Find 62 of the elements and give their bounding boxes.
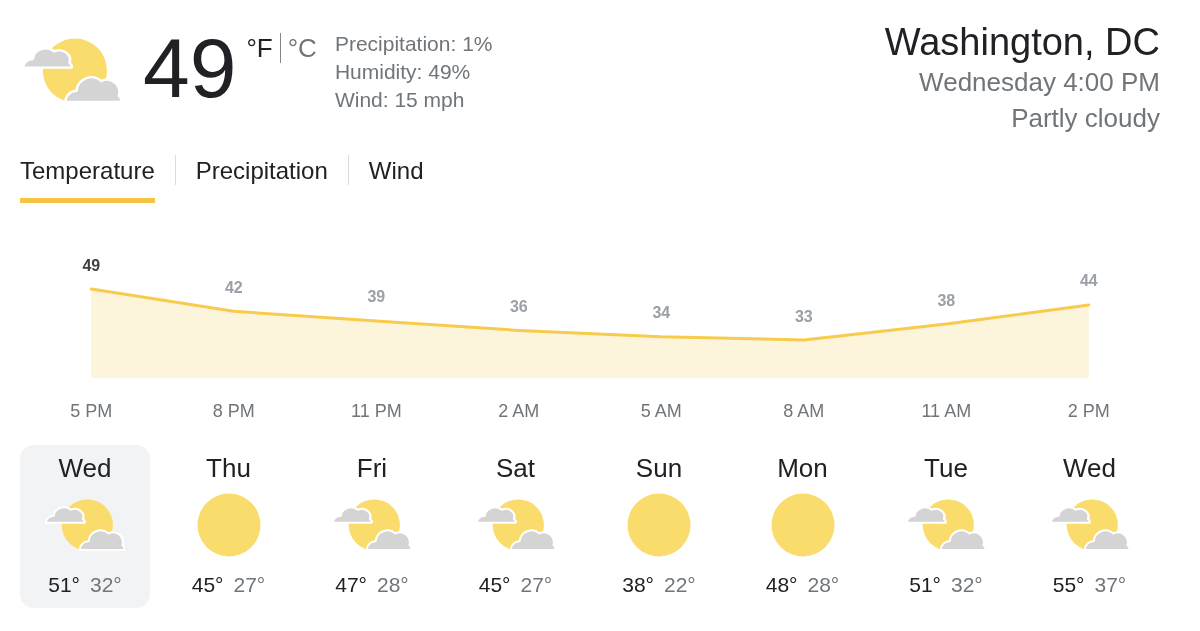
day-name: Mon xyxy=(777,453,828,483)
high-temperature: 38° xyxy=(622,572,654,598)
tab[interactable]: Wind xyxy=(368,158,424,203)
data-label: 34 xyxy=(652,304,671,322)
tab[interactable]: Precipitation xyxy=(195,158,328,203)
axis-label: 8 PM xyxy=(212,401,255,421)
low-temperature: 37° xyxy=(1094,572,1127,598)
sun-behind-clouds-icon xyxy=(475,499,556,551)
day-name: Thu xyxy=(206,453,251,483)
sun-icon xyxy=(627,493,691,557)
axis-label: 8 AM xyxy=(783,401,825,421)
weather-detail: Wind: 15 mph xyxy=(334,87,465,113)
low-temperature: 32° xyxy=(951,572,983,598)
sun-behind-clouds-icon xyxy=(1049,499,1130,551)
unit-toggle[interactable]: °F xyxy=(246,33,273,63)
day-name: Tue xyxy=(924,453,968,483)
tab[interactable]: Temperature xyxy=(20,158,155,203)
high-temperature: 55° xyxy=(1052,572,1085,598)
day-name: Fri xyxy=(356,453,388,483)
axis-label: 11 PM xyxy=(350,401,402,421)
day-name: Wed xyxy=(58,453,112,483)
axis-label: 2 PM xyxy=(1067,401,1110,421)
sun-behind-clouds-icon xyxy=(45,499,125,551)
day-name: Wed xyxy=(1063,453,1116,483)
data-label: 33 xyxy=(794,307,813,325)
data-label: 44 xyxy=(1079,272,1098,290)
data-label: 38 xyxy=(937,291,956,309)
low-temperature: 22° xyxy=(664,572,696,598)
low-temperature: 27° xyxy=(233,572,266,598)
axis-label: 2 AM xyxy=(498,401,540,421)
current-temperature: 49 xyxy=(143,26,237,110)
data-label: 39 xyxy=(367,288,386,306)
axis-label: 5 PM xyxy=(70,401,113,421)
unit-toggle[interactable]: °C xyxy=(287,33,317,63)
weather-detail: Precipitation: 1% xyxy=(334,31,493,57)
high-temperature: 45° xyxy=(191,572,224,598)
sun-behind-clouds-icon xyxy=(906,499,986,551)
axis-label: 5 AM xyxy=(640,401,682,421)
data-label: 49 xyxy=(82,256,101,274)
high-temperature: 45° xyxy=(478,572,511,598)
date-time: Wednesday 4:00 PM xyxy=(919,66,1160,99)
high-temperature: 48° xyxy=(765,572,798,598)
day-card[interactable]: Wed 51° 32° xyxy=(20,445,150,608)
sun-icon xyxy=(196,493,261,557)
data-label: 36 xyxy=(509,297,528,315)
axis-label: 11 AM xyxy=(921,401,972,421)
weather-detail: Humidity: 49% xyxy=(334,59,471,85)
day-name: Sat xyxy=(496,453,535,483)
low-temperature: 28° xyxy=(377,572,409,598)
high-temperature: 47° xyxy=(335,572,367,598)
high-temperature: 51° xyxy=(48,572,80,598)
weather-condition: Partly cloudy xyxy=(1011,102,1160,135)
sun-behind-clouds-icon xyxy=(332,499,412,551)
location-name: Washington, DC xyxy=(884,20,1160,64)
day-name: Sun xyxy=(635,453,683,483)
data-label: 42 xyxy=(224,278,243,296)
sun-behind-clouds-icon xyxy=(22,38,122,103)
low-temperature: 28° xyxy=(807,572,840,598)
high-temperature: 51° xyxy=(909,572,941,598)
sun-icon xyxy=(770,493,835,557)
low-temperature: 32° xyxy=(90,572,122,598)
low-temperature: 27° xyxy=(520,572,553,598)
